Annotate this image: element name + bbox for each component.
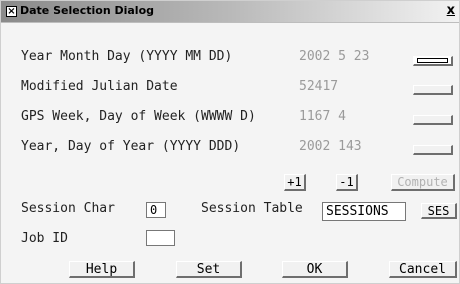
cancel-button[interactable]: Cancel (389, 261, 457, 278)
session-table-label: Session Table (201, 201, 303, 216)
plus-one-button[interactable]: +1 (284, 174, 306, 191)
job-id-field[interactable] (146, 230, 175, 246)
minus-one-button[interactable]: -1 (336, 174, 358, 191)
mjd-label: Modified Julian Date (21, 79, 178, 94)
ymd-value: 2002 5 23 (299, 49, 370, 64)
session-char-field[interactable]: 0 (146, 202, 166, 218)
window-menu-icon[interactable]: × (6, 6, 17, 17)
year-doy-value: 2002 143 (299, 139, 362, 154)
compute-button[interactable]: Compute (391, 174, 455, 191)
session-char-label: Session Char (21, 201, 115, 216)
ok-button[interactable]: OK (282, 261, 348, 278)
ymd-select-button[interactable] (413, 56, 453, 66)
window-title: Date Selection Dialog (20, 4, 155, 17)
session-table-field[interactable]: SESSIONS (322, 202, 406, 221)
gps-week-label: GPS Week, Day of Week (WWWW D) (21, 109, 256, 124)
ses-button[interactable]: SES (421, 203, 457, 219)
gps-week-select-button[interactable] (413, 115, 453, 125)
set-button[interactable]: Set (176, 261, 242, 278)
help-button[interactable]: Help (69, 261, 135, 278)
year-doy-label: Year, Day of Year (YYYY DDD) (21, 139, 241, 154)
mjd-select-button[interactable] (413, 85, 453, 95)
year-doy-select-button[interactable] (413, 145, 453, 155)
date-selection-dialog: × Date Selection Dialog x Year Month Day… (0, 0, 460, 284)
job-id-label: Job ID (21, 231, 68, 246)
mjd-value: 52417 (299, 79, 339, 94)
close-icon[interactable]: x (447, 3, 455, 18)
title-bar[interactable]: × Date Selection Dialog x (1, 1, 459, 23)
gps-week-value: 1167 4 (299, 109, 346, 124)
ymd-label: Year Month Day (YYYY MM DD) (21, 49, 233, 64)
